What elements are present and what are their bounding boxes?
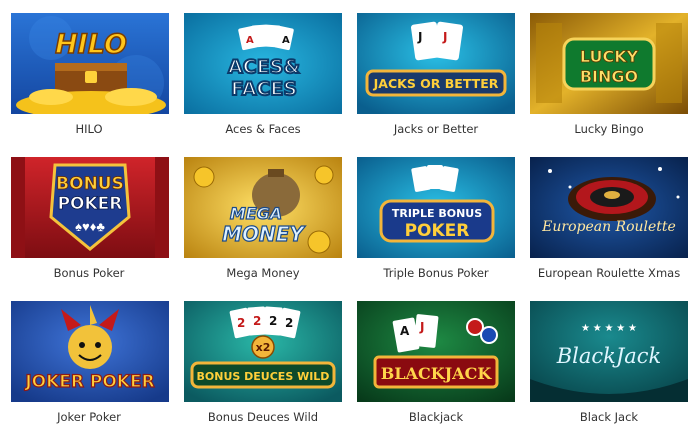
triple-bonus-poker-thumbnail-art: TRIPLE BONUS POKER [357,157,515,258]
game-title-bonus-deuces-wild[interactable]: Bonus Deuces Wild [178,410,348,424]
svg-text:♠♥♦♣: ♠♥♦♣ [75,219,105,234]
aces-faces-art-line2: FACES [231,78,297,100]
game-title-mega-money[interactable]: Mega Money [178,266,348,280]
game-tile-aces-faces[interactable]: A A ACES& FACES [184,13,342,114]
jacks-or-better-art-title: JACKS OR BETTER [373,76,499,91]
jacks-or-better-thumbnail-art: J J JACKS OR BETTER [357,13,515,114]
game-title-joker-poker[interactable]: Joker Poker [4,410,174,424]
hilo-thumbnail-art: HILO [11,13,169,114]
game-title-aces-faces[interactable]: Aces & Faces [178,122,348,136]
joker-poker-thumbnail-art: JOKER POKER [11,301,169,402]
black-jack-thumbnail-art: ★ ★ ★ ★ ★ BlackJack [530,301,688,402]
triple-bonus-poker-art-line1: TRIPLE BONUS [392,207,482,220]
svg-text:★ ★ ★ ★ ★: ★ ★ ★ ★ ★ [581,323,637,334]
bonus-deuces-wild-thumbnail-art: 2 2 2 2 x2 BONUS DEUCES WILD [184,301,342,402]
blackjack-thumbnail-art: A J BLACKJACK [357,301,515,402]
bonus-poker-thumbnail-art: BONUS POKER ♠♥♦♣ [11,157,169,258]
aces-faces-art-line1: ACES& [228,56,300,78]
game-tile-jacks-or-better[interactable]: J J JACKS OR BETTER [357,13,515,114]
game-tile-european-roulette-xmas[interactable]: European Roulette [530,157,688,258]
game-tile-triple-bonus-poker[interactable]: TRIPLE BONUS POKER [357,157,515,258]
game-title-european-roulette-xmas[interactable]: European Roulette Xmas [524,266,694,280]
svg-text:A: A [246,35,254,46]
svg-text:A: A [400,324,410,338]
svg-text:J: J [442,30,447,44]
game-tile-mega-money[interactable]: MEGA MONEY [184,157,342,258]
svg-text:A: A [282,35,290,46]
joker-poker-art-title: JOKER POKER [24,372,154,392]
game-title-hilo[interactable]: HILO [4,122,174,136]
game-tile-lucky-bingo[interactable]: LUCKY BINGO [530,13,688,114]
svg-text:2: 2 [269,314,277,328]
game-tile-hilo[interactable]: HILO [11,13,169,114]
mega-money-art-line1: MEGA [230,204,282,223]
lucky-bingo-art-line2: BINGO [580,67,638,86]
game-tile-bonus-poker[interactable]: BONUS POKER ♠♥♦♣ [11,157,169,258]
svg-text:2: 2 [237,316,245,330]
mega-money-thumbnail-art: MEGA MONEY [184,157,342,258]
bonus-deuces-wild-art-title: BONUS DEUCES WILD [197,370,330,383]
aces-faces-thumbnail-art: A A ACES& FACES [184,13,342,114]
triple-bonus-poker-art-line2: POKER [405,221,470,241]
european-roulette-thumbnail-art: European Roulette [530,157,688,258]
mega-money-art-line2: MONEY [222,222,306,246]
european-roulette-art-title: European Roulette [541,219,676,235]
game-tile-joker-poker[interactable]: JOKER POKER [11,301,169,402]
bonus-poker-art-line1: BONUS [56,174,124,194]
game-title-lucky-bingo[interactable]: Lucky Bingo [524,122,694,136]
svg-text:J: J [417,30,422,44]
game-title-triple-bonus-poker[interactable]: Triple Bonus Poker [351,266,521,280]
svg-text:2: 2 [253,314,261,328]
game-tile-black-jack[interactable]: ★ ★ ★ ★ ★ BlackJack [530,301,688,402]
game-title-black-jack[interactable]: Black Jack [524,410,694,424]
game-tile-bonus-deuces-wild[interactable]: 2 2 2 2 x2 BONUS DEUCES WILD [184,301,342,402]
game-title-jacks-or-better[interactable]: Jacks or Better [351,122,521,136]
svg-text:2: 2 [285,316,293,330]
hilo-art-title: HILO [55,29,127,60]
game-title-blackjack[interactable]: Blackjack [351,410,521,424]
bonus-poker-art-line2: POKER [58,194,123,214]
lucky-bingo-thumbnail-art: LUCKY BINGO [530,13,688,114]
svg-text:J: J [419,320,424,334]
lucky-bingo-art-line1: LUCKY [580,47,639,66]
blackjack-art-title: BLACKJACK [381,364,493,383]
black-jack-art-title: BlackJack [556,344,662,368]
game-title-bonus-poker[interactable]: Bonus Poker [4,266,174,280]
bonus-deuces-wild-badge: x2 [256,341,271,354]
game-tile-blackjack[interactable]: A J BLACKJACK [357,301,515,402]
